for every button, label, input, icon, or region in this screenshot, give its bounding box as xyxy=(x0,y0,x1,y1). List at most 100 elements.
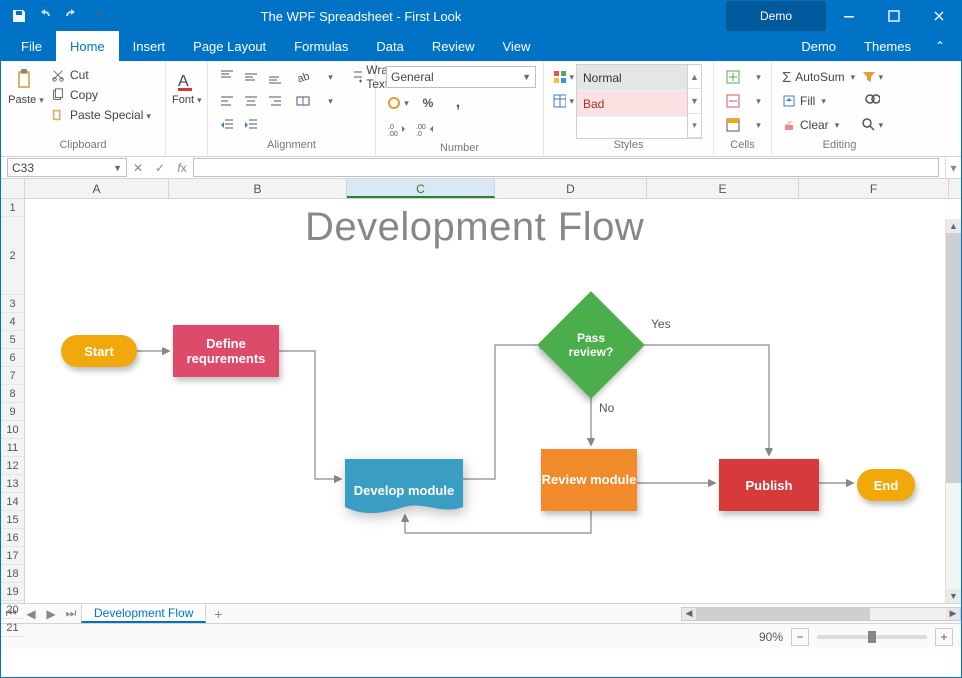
col-header-C[interactable]: C xyxy=(347,179,495,198)
col-header-F[interactable]: F xyxy=(799,179,949,198)
row-header-8[interactable]: 8 xyxy=(1,385,24,403)
tab-nav-last-icon[interactable]: ⏭ xyxy=(61,606,81,621)
tab-home[interactable]: Home xyxy=(56,31,119,61)
flow-end[interactable]: End xyxy=(857,469,915,501)
select-all-corner[interactable] xyxy=(1,179,25,198)
row-header-9[interactable]: 9 xyxy=(1,403,24,421)
col-header-A[interactable]: A xyxy=(25,179,169,198)
align-left-icon[interactable] xyxy=(216,90,238,112)
number-format-select[interactable]: General▼ xyxy=(386,66,536,88)
add-sheet-button[interactable]: + xyxy=(206,606,230,622)
close-button[interactable] xyxy=(916,1,961,31)
cancel-formula-icon[interactable]: ✕ xyxy=(127,157,149,178)
gallery-up-icon[interactable]: ▲ xyxy=(688,65,701,89)
find-icon[interactable] xyxy=(861,90,883,112)
font-dropdown-button[interactable]: A Font xyxy=(172,64,202,139)
format-cells-dropdown-icon[interactable] xyxy=(746,114,768,136)
row-header-16[interactable]: 16 xyxy=(1,529,24,547)
grid-canvas[interactable]: Development Flow Start Define requrement… xyxy=(25,199,945,603)
paste-special-button[interactable]: Paste Special xyxy=(49,106,153,124)
merge-icon[interactable] xyxy=(292,90,314,112)
fx-icon[interactable]: fx xyxy=(171,157,193,178)
qat-customize-icon[interactable] xyxy=(89,8,105,24)
row-header-20[interactable]: 20 xyxy=(1,601,24,619)
demo-header-tab[interactable]: Demo xyxy=(726,1,826,31)
flow-develop[interactable]: Develop module xyxy=(345,459,463,522)
row-header-6[interactable]: 6 xyxy=(1,349,24,367)
flow-decision[interactable]: Pass review? xyxy=(553,307,629,383)
zoom-out-button[interactable]: − xyxy=(791,628,809,646)
undo-icon[interactable] xyxy=(37,8,53,24)
comma-icon[interactable]: , xyxy=(446,92,470,114)
percent-icon[interactable]: % xyxy=(416,92,440,114)
row-header-3[interactable]: 3 xyxy=(1,295,24,313)
name-box[interactable]: C33▼ xyxy=(7,158,127,177)
copy-button[interactable]: Copy xyxy=(49,86,153,104)
row-header-13[interactable]: 13 xyxy=(1,475,24,493)
vertical-scrollbar[interactable]: ▲ ▼ xyxy=(945,219,961,603)
align-bottom-icon[interactable] xyxy=(264,66,286,88)
tab-review[interactable]: Review xyxy=(418,31,489,61)
scroll-down-icon[interactable]: ▼ xyxy=(946,589,961,603)
tab-file[interactable]: File xyxy=(7,31,56,61)
insert-cells-dropdown-icon[interactable] xyxy=(746,66,768,88)
increase-decimal-icon[interactable]: .0.00 xyxy=(386,118,408,140)
cell-styles-gallery[interactable]: Normal Bad xyxy=(576,64,688,139)
row-header-12[interactable]: 12 xyxy=(1,457,24,475)
delete-cells-dropdown-icon[interactable] xyxy=(746,90,768,112)
col-header-E[interactable]: E xyxy=(647,179,799,198)
accounting-icon[interactable] xyxy=(386,92,410,114)
fill-button[interactable]: Fill▾ xyxy=(780,90,857,112)
flow-define[interactable]: Define requrements xyxy=(173,325,279,377)
row-header-19[interactable]: 19 xyxy=(1,583,24,601)
gallery-down-icon[interactable]: ▼ xyxy=(688,89,701,113)
decrease-decimal-icon[interactable]: .00.0 xyxy=(414,118,436,140)
row-header-15[interactable]: 15 xyxy=(1,511,24,529)
row-header-10[interactable]: 10 xyxy=(1,421,24,439)
delete-cells-icon[interactable] xyxy=(722,90,744,112)
tab-view[interactable]: View xyxy=(488,31,544,61)
collapse-ribbon-icon[interactable]: ⌃ xyxy=(925,39,955,54)
increase-indent-icon[interactable] xyxy=(240,114,262,136)
row-header-11[interactable]: 11 xyxy=(1,439,24,457)
decrease-indent-icon[interactable] xyxy=(216,114,238,136)
sheet-tab-active[interactable]: Development Flow xyxy=(81,604,206,623)
row-header-17[interactable]: 17 xyxy=(1,547,24,565)
clear-button[interactable]: Clear▾ xyxy=(780,114,857,136)
row-header-18[interactable]: 18 xyxy=(1,565,24,583)
zoom-in-button[interactable]: + xyxy=(935,628,953,646)
merge-dropdown-icon[interactable] xyxy=(318,90,340,112)
orientation-icon[interactable]: ab xyxy=(292,66,314,88)
zoom-value[interactable]: 90% xyxy=(759,630,783,644)
row-header-4[interactable]: 4 xyxy=(1,313,24,331)
row-header-5[interactable]: 5 xyxy=(1,331,24,349)
scroll-up-icon[interactable]: ▲ xyxy=(946,219,961,233)
scroll-right-icon[interactable]: ▶ xyxy=(946,608,960,620)
align-middle-icon[interactable] xyxy=(240,66,262,88)
row-header-14[interactable]: 14 xyxy=(1,493,24,511)
col-header-D[interactable]: D xyxy=(495,179,647,198)
conditional-formatting-icon[interactable] xyxy=(552,66,574,88)
save-icon[interactable] xyxy=(11,8,27,24)
minimize-button[interactable] xyxy=(826,1,871,31)
zoom-slider[interactable] xyxy=(817,635,927,639)
tab-insert[interactable]: Insert xyxy=(119,31,180,61)
formula-input[interactable] xyxy=(193,158,939,177)
cut-button[interactable]: Cut xyxy=(49,66,153,84)
flow-start[interactable]: Start xyxy=(61,335,137,367)
style-normal[interactable]: Normal xyxy=(577,65,687,91)
row-header-1[interactable]: 1 xyxy=(1,199,24,217)
expand-formula-icon[interactable]: ▾ xyxy=(945,157,961,178)
tab-formulas[interactable]: Formulas xyxy=(280,31,362,61)
tab-nav-prev-icon[interactable]: ◀ xyxy=(21,607,41,621)
flow-review[interactable]: Review module xyxy=(541,449,637,511)
tab-data[interactable]: Data xyxy=(362,31,417,61)
align-top-icon[interactable] xyxy=(216,66,238,88)
scroll-thumb-h[interactable] xyxy=(696,608,870,620)
col-header-B[interactable]: B xyxy=(169,179,347,198)
maximize-button[interactable] xyxy=(871,1,916,31)
row-header-21[interactable]: 21 xyxy=(1,619,24,637)
orientation-dropdown-icon[interactable] xyxy=(318,66,340,88)
flow-publish[interactable]: Publish xyxy=(719,459,819,511)
scroll-thumb-v[interactable] xyxy=(946,233,961,483)
